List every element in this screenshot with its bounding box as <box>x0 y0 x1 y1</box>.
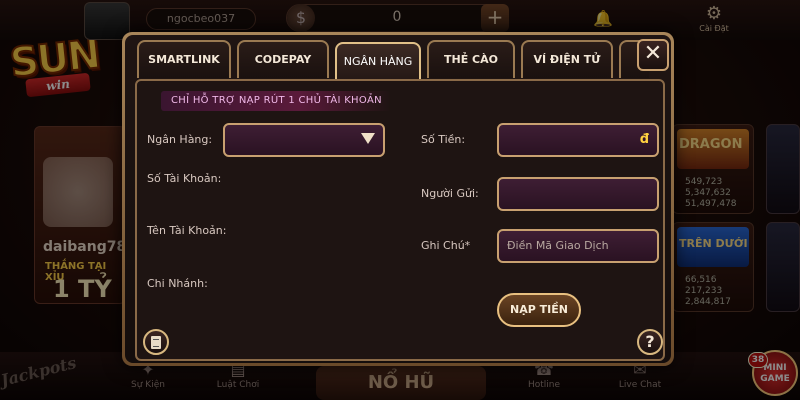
tab-vi-dien-tu[interactable]: VÍ ĐIỆN TỬ <box>521 40 613 78</box>
notice-banner: CHỈ HỖ TRỢ NẠP RÚT 1 CHỦ TÀI KHOẢN <box>161 91 391 111</box>
help-button[interactable]: ? <box>637 329 663 355</box>
document-icon <box>151 336 161 349</box>
amount-label: Số Tiền: <box>421 133 466 146</box>
tab-the-cao[interactable]: THẺ CÀO <box>427 40 515 78</box>
account-name-label: Tên Tài Khoản: <box>147 224 227 237</box>
account-number-label: Số Tài Khoản: <box>147 172 222 185</box>
payment-tabs: SMARTLINK CODEPAY NGÂN HÀNG THẺ CÀO VÍ Đ… <box>137 40 649 80</box>
bank-deposit-panel: CHỈ HỖ TRỢ NẠP RÚT 1 CHỦ TÀI KHOẢN Ngân … <box>135 79 665 361</box>
tab-smartlink[interactable]: SMARTLINK <box>137 40 231 78</box>
currency-symbol: đ <box>639 132 649 147</box>
tab-ngan-hang[interactable]: NGÂN HÀNG <box>335 42 421 80</box>
note-input[interactable]: Điền Mã Giao Dịch <box>497 229 659 263</box>
bank-select[interactable] <box>223 123 385 157</box>
amount-input[interactable]: đ <box>497 123 659 157</box>
sender-input[interactable] <box>497 177 659 211</box>
sender-label: Người Gửi: <box>421 187 479 200</box>
tab-codepay[interactable]: CODEPAY <box>237 40 329 78</box>
deposit-dialog: SMARTLINK CODEPAY NGÂN HÀNG THẺ CÀO VÍ Đ… <box>122 32 674 366</box>
note-placeholder: Điền Mã Giao Dịch <box>507 239 609 252</box>
deposit-submit-button[interactable]: NẠP TIỀN <box>497 293 581 327</box>
dropdown-arrow-icon <box>361 133 375 144</box>
branch-label: Chi Nhánh: <box>147 277 208 290</box>
close-button[interactable]: ✕ <box>637 39 669 71</box>
note-label: Ghi Chú* <box>421 239 471 252</box>
bank-label: Ngân Hàng: <box>147 133 213 146</box>
history-button[interactable] <box>143 329 169 355</box>
dialog-body: SMARTLINK CODEPAY NGÂN HÀNG THẺ CÀO VÍ Đ… <box>125 35 671 363</box>
